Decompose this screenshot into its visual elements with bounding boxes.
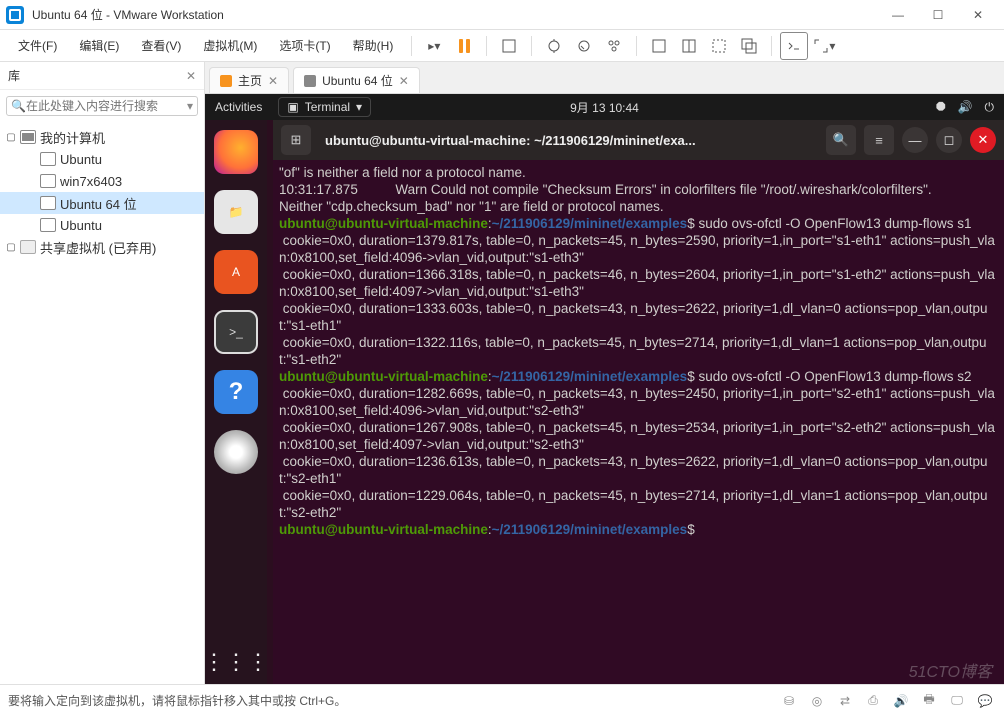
window-minimize-button[interactable]: — [902,127,928,153]
terminal-titlebar: ⊞ ubuntu@ubuntu-virtual-machine: ~/21190… [273,120,1004,160]
dock-disc[interactable] [214,430,258,474]
dock: 📁 A >_ ? ⋮⋮⋮ [205,120,267,684]
dock-files[interactable]: 📁 [214,190,258,234]
vm-area: 主页 ✕ Ubuntu 64 位 ✕ Activities ▣ Terminal… [205,62,1004,684]
titlebar: Ubuntu 64 位 - VMware Workstation — ☐ ✕ [0,0,1004,30]
library-panel: 库 ✕ 🔍 ▾ ▢ 我的计算机 Ubuntu win7x6403 [0,62,205,684]
gnome-desktop: 📁 A >_ ? ⋮⋮⋮ ⊞ ubuntu@ubuntu-virtual-mac… [205,120,1004,684]
menu-vm[interactable]: 虚拟机(M) [193,33,267,58]
tree-root-mycomputer[interactable]: ▢ 我的计算机 [0,126,204,148]
dock-apps-grid[interactable]: ⋮⋮⋮ [214,640,258,684]
tree-shared-vms[interactable]: ▢ 共享虚拟机 (已弃用) [0,236,204,258]
menu-edit[interactable]: 编辑(E) [69,33,129,58]
volume-icon[interactable]: 🔊 [958,100,973,114]
status-hint: 要将输入定向到该虚拟机，请将鼠标指针移入其中或按 Ctrl+G。 [8,692,346,709]
network-icon [20,240,36,254]
status-display-icon[interactable]: 🖵 [946,690,968,712]
menu-file[interactable]: 文件(F) [8,33,67,58]
terminal-body[interactable]: "of" is neither a field nor a protocol n… [273,160,1004,684]
terminal-window: ⊞ ubuntu@ubuntu-virtual-machine: ~/21190… [273,120,1004,684]
tab-close-icon[interactable]: ✕ [268,74,278,88]
tab-home[interactable]: 主页 ✕ [209,67,289,93]
status-disk-icon[interactable]: ⛁ [778,690,800,712]
maximize-button[interactable]: ☐ [918,1,958,29]
chevron-down-icon: ▾ [356,100,362,114]
snapshot-revert-button[interactable] [570,32,598,60]
view-split-button[interactable] [675,32,703,60]
search-input[interactable] [26,99,183,113]
collapse-icon[interactable]: ▢ [6,132,16,143]
tree-item-ubuntu64[interactable]: Ubuntu 64 位 [0,192,204,214]
status-sound-icon[interactable]: 🔊 [890,690,912,712]
power-icon[interactable]: ⏻ [985,100,995,115]
tree-item-ubuntu2[interactable]: Ubuntu [0,214,204,236]
status-message-icon[interactable]: 💬 [974,690,996,712]
home-icon [220,75,232,87]
system-tray[interactable]: ⯃ 🔊 ⏻ [936,100,994,115]
guest-screen[interactable]: Activities ▣ Terminal ▾ 9月 13 10:44 ⯃ 🔊 … [205,94,1004,684]
snapshot-button[interactable] [495,32,523,60]
menu-tabs[interactable]: 选项卡(T) [269,33,340,58]
pause-button[interactable] [450,32,478,60]
vm-icon [40,196,56,210]
terminal-mini-icon: ▣ [287,100,298,114]
vm-tabs: 主页 ✕ Ubuntu 64 位 ✕ [205,62,1004,94]
library-tree: ▢ 我的计算机 Ubuntu win7x6403 Ubuntu 64 位 Ubu… [0,122,204,262]
tab-ubuntu64[interactable]: Ubuntu 64 位 ✕ [293,67,420,93]
terminal-menu-button[interactable]: ≡ [864,125,894,155]
tab-close-icon[interactable]: ✕ [399,74,409,88]
menubar: 文件(F) 编辑(E) 查看(V) 虚拟机(M) 选项卡(T) 帮助(H) ▸▾… [0,30,1004,62]
view-quickswitch-button[interactable] [705,32,733,60]
vm-icon [40,218,56,232]
search-dropdown-icon[interactable]: ▾ [187,99,193,113]
leaf-icon: ▢ [6,242,16,253]
gnome-topbar: Activities ▣ Terminal ▾ 9月 13 10:44 ⯃ 🔊 … [205,94,1004,120]
new-tab-button[interactable]: ⊞ [281,125,311,155]
close-button[interactable]: ✕ [958,1,998,29]
menu-view[interactable]: 查看(V) [131,33,191,58]
snapshot-manager-button[interactable] [600,32,628,60]
terminal-title: ubuntu@ubuntu-virtual-machine: ~/2119061… [319,133,818,148]
library-search[interactable]: 🔍 ▾ [6,96,198,116]
terminal-search-button[interactable]: 🔍 [826,125,856,155]
window-title: Ubuntu 64 位 - VMware Workstation [32,6,878,23]
window-close-button[interactable]: ✕ [970,127,996,153]
dock-help[interactable]: ? [214,370,258,414]
dock-software[interactable]: A [214,250,258,294]
dock-firefox[interactable] [214,130,258,174]
library-header: 库 ✕ [0,62,204,90]
status-net-icon[interactable]: ⇄ [834,690,856,712]
activities-button[interactable]: Activities [215,100,262,114]
vm-tab-icon [304,75,316,87]
status-bar: 要将输入定向到该虚拟机，请将鼠标指针移入其中或按 Ctrl+G。 ⛁ ◎ ⇄ ⎙… [0,684,1004,716]
library-title: 库 [8,67,20,84]
tree-item-win7[interactable]: win7x6403 [0,170,204,192]
view-unity-button[interactable] [735,32,763,60]
view-single-button[interactable] [645,32,673,60]
network-icon[interactable]: ⯃ [936,100,946,115]
dock-terminal[interactable]: >_ [214,310,258,354]
tree-root-label: 我的计算机 [40,128,105,147]
vm-icon [40,152,56,166]
vmware-icon [6,6,24,24]
snapshot-take-button[interactable] [540,32,568,60]
status-cd-icon[interactable]: ◎ [806,690,828,712]
search-icon: 🔍 [11,99,26,113]
window-maximize-button[interactable]: ◻ [936,127,962,153]
tree-item-ubuntu1[interactable]: Ubuntu [0,148,204,170]
status-usb-icon[interactable]: ⎙ [862,690,884,712]
minimize-button[interactable]: — [878,1,918,29]
console-button[interactable] [780,32,808,60]
menu-help[interactable]: 帮助(H) [343,33,404,58]
play-dropdown-button[interactable]: ▸▾ [420,32,448,60]
active-app-indicator[interactable]: ▣ Terminal ▾ [278,97,371,117]
vm-icon [40,174,56,188]
fullscreen-button[interactable]: ▾ [810,32,838,60]
library-close-icon[interactable]: ✕ [186,69,196,83]
clock[interactable]: 9月 13 10:44 [570,99,639,116]
status-printer-icon[interactable]: 🖶 [918,690,940,712]
computer-icon [20,130,36,144]
